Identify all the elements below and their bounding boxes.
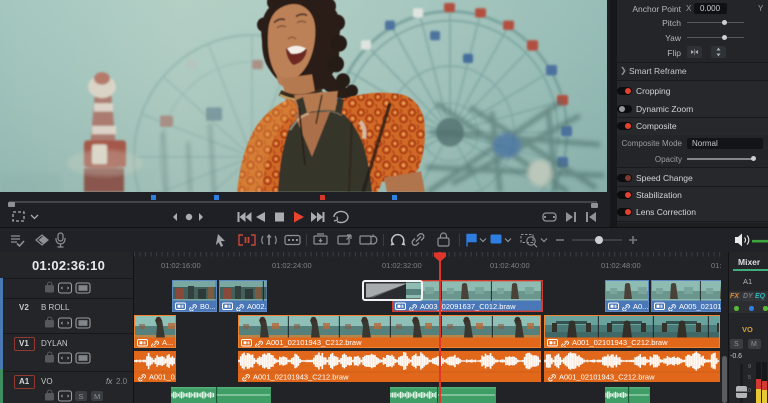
svg-text:M: M (94, 392, 100, 401)
svg-text:01:02:48:00: 01:02:48:00 (601, 261, 641, 270)
svg-text:A0...: A0... (633, 302, 648, 311)
svg-text:S: S (79, 392, 84, 401)
svg-text:A001_02101943_C212.braw: A001_02101943_C212.braw (253, 373, 349, 382)
svg-text:A...: A... (162, 338, 173, 347)
svg-text:A003_02091637_C012.braw: A003_02091637_C012.braw (420, 302, 516, 311)
svg-text:A005_02101334_...: A005_02101334_... (679, 302, 727, 311)
svg-text:A001_0...: A001_0... (149, 373, 176, 382)
svg-text:01:02:40:00: 01:02:40:00 (490, 261, 530, 270)
svg-text:A001_02101943_C212.braw: A001_02101943_C212.braw (559, 373, 655, 382)
svg-text:01:02:24:00: 01:02:24:00 (272, 261, 312, 270)
svg-text:A002...: A002... (247, 302, 268, 311)
svg-text:01:02:16:00: 01:02:16:00 (161, 261, 201, 270)
svg-text:A001_02101943_C212.braw: A001_02101943_C212.braw (572, 338, 668, 347)
svg-text:5: 5 (748, 375, 751, 381)
svg-text:01:02:32:00: 01:02:32:00 (382, 261, 422, 270)
svg-text:9: 9 (748, 364, 751, 370)
svg-text:B0...: B0... (200, 302, 215, 311)
svg-text:A001_02101943_C212.braw: A001_02101943_C212.braw (266, 338, 362, 347)
